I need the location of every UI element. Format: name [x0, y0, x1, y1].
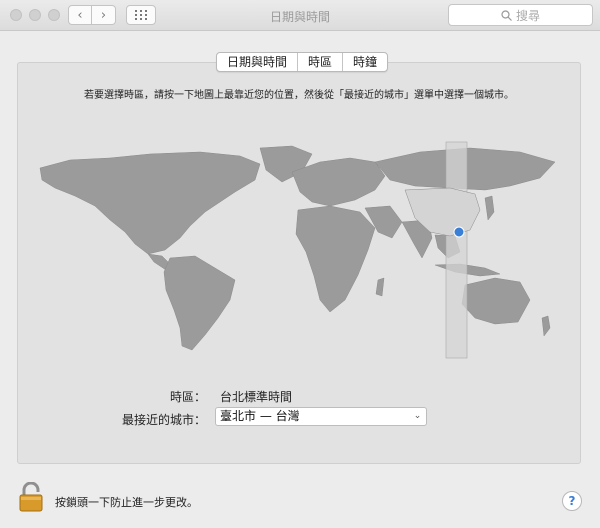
south-america-landmass [163, 255, 236, 351]
japan-landmass [484, 195, 495, 221]
tab-time-zone[interactable]: 時區 [298, 53, 344, 71]
indonesia-landmass [434, 263, 501, 277]
world-map[interactable] [30, 140, 565, 365]
closest-city-select[interactable]: 臺北市 — 台灣 ⌄ [215, 407, 427, 426]
search-input[interactable]: 搜尋 [448, 4, 593, 26]
help-button[interactable]: ? [562, 491, 582, 511]
africa-landmass [295, 205, 376, 313]
north-america-landmass [39, 151, 261, 255]
selected-timezone-band [445, 141, 468, 359]
tab-date-time[interactable]: 日期與時間 [217, 53, 299, 71]
closest-city-label: 最接近的城市： [121, 413, 206, 427]
location-marker [453, 226, 465, 238]
lock-icon[interactable] [17, 482, 45, 512]
instruction-text: 若要選擇時區，請按一下地圖上最靠近您的位置，然後從「最接近的城市」選單中選擇一個… [84, 90, 514, 101]
new-zealand-landmass [541, 315, 551, 337]
madagascar-landmass [375, 277, 385, 297]
australia-landmass [461, 277, 531, 325]
timezone-label: 時區： [169, 390, 206, 404]
help-icon: ? [568, 494, 576, 508]
lock-instruction-text: 按鎖頭一下防止進一步更改。 [55, 496, 198, 509]
timezone-value: 台北標準時間 [220, 390, 293, 404]
closest-city-value: 臺北市 — 台灣 [220, 409, 300, 423]
tab-clock[interactable]: 時鐘 [343, 53, 387, 71]
search-icon [501, 9, 512, 21]
tab-bar: 日期與時間 時區 時鐘 [216, 52, 389, 72]
chevron-down-icon: ⌄ [413, 411, 422, 421]
window: ‹ › 日期與時間 搜尋 日期與時間 時區 時鐘 若要選擇時區，請按一下地圖上最… [0, 0, 600, 528]
title-bar: ‹ › 日期與時間 搜尋 [0, 0, 600, 31]
search-placeholder: 搜尋 [515, 8, 540, 23]
